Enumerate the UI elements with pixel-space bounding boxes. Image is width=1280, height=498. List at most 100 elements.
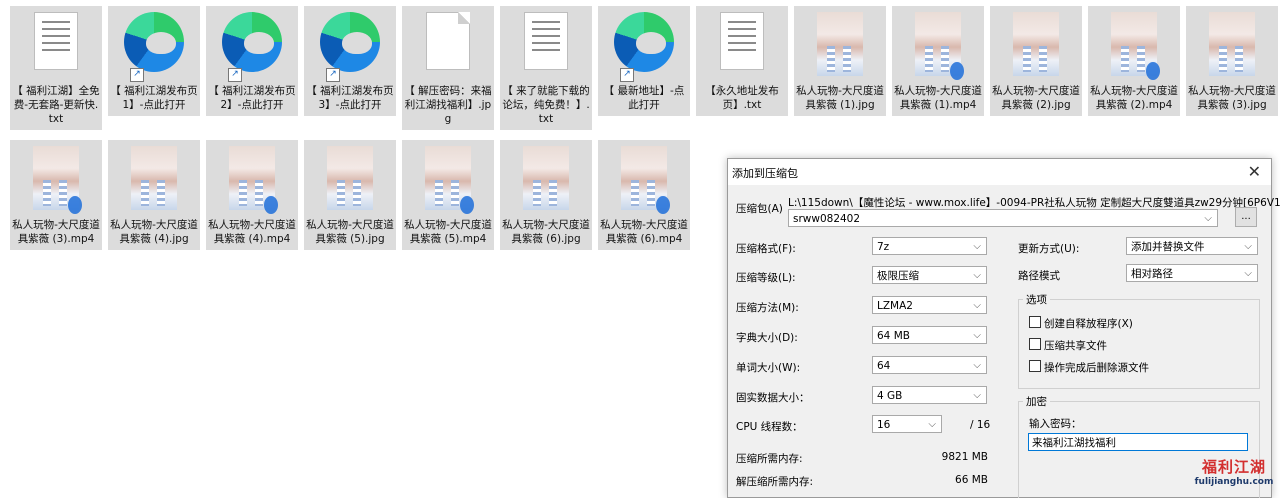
blank-file-icon — [426, 12, 470, 70]
cpu-select[interactable]: 16 ⌵ — [872, 415, 942, 433]
file-item[interactable]: 【 福利江湖】全免费-无套路-更新快.txt — [10, 6, 102, 130]
file-name: 私人玩物-大尺度道具紫薇 (4).jpg — [110, 219, 198, 245]
checkbox-icon — [1029, 338, 1041, 350]
file-name: 【 福利江湖发布页2】-点此打开 — [208, 85, 296, 111]
file-name: 【 福利江湖发布页1】-点此打开 — [110, 85, 198, 111]
file-item[interactable]: 私人玩物-大尺度道具紫薇 (3).jpg — [1186, 6, 1278, 116]
file-item[interactable]: 私人玩物-大尺度道具紫薇 (5).mp4 — [402, 140, 494, 250]
cpu-label: CPU 线程数： — [736, 421, 803, 433]
close-icon[interactable]: ✕ — [1248, 162, 1261, 181]
level-select[interactable]: 极限压缩 ⌵ — [872, 266, 987, 284]
chevron-down-icon: ⌵ — [928, 419, 936, 430]
file-item[interactable]: 私人玩物-大尺度道具紫薇 (4).mp4 — [206, 140, 298, 250]
chevron-down-icon: ⌵ — [973, 300, 981, 311]
sfx-checkbox[interactable]: 创建自释放程序(X) — [1029, 316, 1133, 331]
photo-thumbnail — [516, 146, 576, 216]
sfx-label: 创建自释放程序(X) — [1044, 318, 1133, 330]
file-item[interactable]: 私人玩物-大尺度道具紫薇 (3).mp4 — [10, 140, 102, 250]
archive-name-combo[interactable]: srww082402 ⌵ — [788, 209, 1218, 227]
thumbnail-image — [1209, 12, 1255, 76]
chevron-down-icon: ⌵ — [973, 330, 981, 341]
file-name: 私人玩物-大尺度道具紫薇 (5).mp4 — [404, 219, 492, 245]
chevron-down-icon: ⌵ — [1244, 241, 1252, 252]
video-thumbnail — [222, 146, 282, 216]
add-to-archive-dialog: 添加到压缩包 ✕ 压缩包(A) L:\115down\【魔性论坛 - www.m… — [727, 158, 1280, 498]
file-item[interactable]: ↗ 【 福利江湖发布页1】-点此打开 — [108, 6, 200, 116]
file-item[interactable]: 私人玩物-大尺度道具紫薇 (1).jpg — [794, 6, 886, 116]
thumbnail-image — [1013, 12, 1059, 76]
path-mode-value: 相对路径 — [1131, 268, 1173, 280]
thumbnail-image — [131, 146, 177, 210]
dict-select[interactable]: 64 MB ⌵ — [872, 326, 987, 344]
archive-path: L:\115down\【魔性论坛 - www.mox.life】-0094-PR… — [788, 197, 1280, 209]
word-label: 单词大小(W): — [736, 362, 801, 374]
mem-decomp-label: 解压缩所需内存: — [736, 476, 814, 488]
checkbox-icon — [1029, 360, 1041, 372]
file-item[interactable]: 私人玩物-大尺度道具紫薇 (5).jpg — [304, 140, 396, 250]
photo-thumbnail — [1202, 12, 1262, 82]
chevron-down-icon: ⌵ — [973, 390, 981, 401]
solid-value: 4 GB — [877, 390, 903, 402]
edge-icon: ↗ — [222, 12, 282, 82]
browse-button[interactable]: ... — [1235, 207, 1257, 227]
file-item[interactable]: 私人玩物-大尺度道具紫薇 (6).mp4 — [598, 140, 690, 250]
edge-icon: ↗ — [124, 12, 184, 82]
chevron-down-icon: ⌵ — [1204, 213, 1212, 224]
update-select[interactable]: 添加并替换文件 ⌵ — [1126, 237, 1258, 255]
file-item[interactable]: 【永久地址发布页】.txt — [696, 6, 788, 116]
password-input[interactable]: 来福利江湖找福利 — [1028, 433, 1248, 451]
archive-label: 压缩包(A) — [736, 203, 783, 215]
thumbnail-image — [523, 146, 569, 210]
format-select[interactable]: 7z ⌵ — [872, 237, 987, 255]
video-thumbnail — [418, 146, 478, 216]
document-icon — [720, 12, 764, 70]
file-name: 私人玩物-大尺度道具紫薇 (1).jpg — [796, 85, 884, 111]
video-thumbnail — [908, 12, 968, 82]
delete-source-checkbox[interactable]: 操作完成后删除源文件 — [1029, 360, 1149, 375]
chevron-down-icon: ⌵ — [973, 360, 981, 371]
file-item[interactable]: 【 来了就能下载的论坛，纯免费！】.txt — [500, 6, 592, 130]
file-item[interactable]: ↗ 【 福利江湖发布页3】-点此打开 — [304, 6, 396, 116]
edge-logo-icon — [222, 12, 282, 72]
path-mode-label: 路径模式 — [1018, 270, 1060, 282]
solid-label: 固实数据大小： — [736, 392, 810, 404]
method-value: LZMA2 — [877, 300, 913, 312]
format-label: 压缩格式(F): — [736, 243, 796, 255]
file-item[interactable]: 私人玩物-大尺度道具紫薇 (1).mp4 — [892, 6, 984, 116]
file-item[interactable]: 私人玩物-大尺度道具紫薇 (4).jpg — [108, 140, 200, 250]
word-select[interactable]: 64 ⌵ — [872, 356, 987, 374]
thumbnail-image — [817, 12, 863, 76]
edge-icon: ↗ — [320, 12, 380, 82]
solid-select[interactable]: 4 GB ⌵ — [872, 386, 987, 404]
level-value: 极限压缩 — [877, 270, 919, 282]
shared-checkbox[interactable]: 压缩共享文件 — [1029, 338, 1107, 353]
encrypt-title: 加密 — [1023, 394, 1050, 409]
file-item[interactable]: ↗ 【 福利江湖发布页2】-点此打开 — [206, 6, 298, 116]
file-name: 【 解压密码：来福利江湖找福利】.jpg — [404, 85, 492, 125]
format-value: 7z — [877, 241, 890, 253]
file-item[interactable]: 私人玩物-大尺度道具紫薇 (2).mp4 — [1088, 6, 1180, 116]
file-item[interactable]: 【 解压密码：来福利江湖找福利】.jpg — [402, 6, 494, 130]
thumbnail-image — [327, 146, 373, 210]
options-group: 选项 创建自释放程序(X) 压缩共享文件 操作完成后删除源文件 — [1018, 292, 1260, 389]
edge-logo-icon — [124, 12, 184, 72]
file-item[interactable]: 私人玩物-大尺度道具紫薇 (2).jpg — [990, 6, 1082, 116]
document-icon — [34, 12, 78, 70]
mem-comp-value: 9821 MB — [941, 451, 988, 463]
file-item[interactable]: ↗ 【 最新地址】-点此打开 — [598, 6, 690, 116]
mem-decomp-value: 66 MB — [955, 474, 988, 486]
method-label: 压缩方法(M): — [736, 302, 799, 314]
method-select[interactable]: LZMA2 ⌵ — [872, 296, 987, 314]
shortcut-arrow-icon: ↗ — [228, 68, 242, 82]
file-name: 私人玩物-大尺度道具紫薇 (6).jpg — [502, 219, 590, 245]
video-badge-icon — [68, 196, 82, 214]
path-mode-select[interactable]: 相对路径 ⌵ — [1126, 264, 1258, 282]
watermark-url: fulijianghu.com — [1194, 477, 1274, 487]
file-item[interactable]: 私人玩物-大尺度道具紫薇 (6).jpg — [500, 140, 592, 250]
file-name: 【永久地址发布页】.txt — [705, 85, 779, 111]
video-thumbnail — [26, 146, 86, 216]
photo-thumbnail — [810, 12, 870, 82]
shortcut-arrow-icon: ↗ — [326, 68, 340, 82]
edge-icon: ↗ — [614, 12, 674, 82]
update-value: 添加并替换文件 — [1131, 241, 1205, 253]
